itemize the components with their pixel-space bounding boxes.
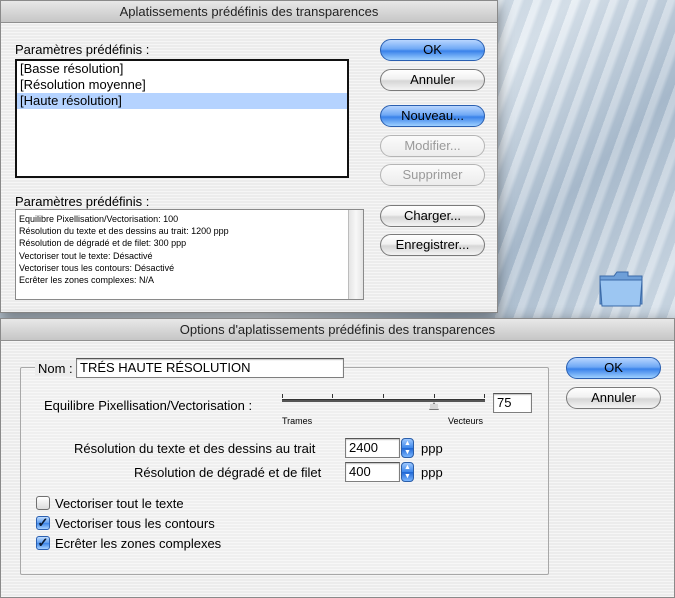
text-res-stepper[interactable]: ▲ ▼ [401, 438, 414, 458]
options-ok-button[interactable]: OK [566, 357, 661, 379]
preset-item[interactable]: [Résolution moyenne] [17, 77, 347, 93]
slider-tick [332, 394, 333, 398]
preset-options-title: Options d'aplatissements prédéfinis des … [1, 319, 674, 341]
delete-preset-button[interactable]: Supprimer [380, 164, 485, 186]
load-button[interactable]: Charger... [380, 205, 485, 227]
slider-tick [282, 394, 283, 398]
options-cancel-button[interactable]: Annuler [566, 387, 661, 409]
text-res-unit: ppp [421, 441, 443, 456]
preset-options-dialog: Options d'aplatissements prédéfinis des … [0, 318, 675, 598]
presets-dialog: Aplatissements prédéfinis des transparen… [0, 0, 498, 313]
presets-list[interactable]: [Basse résolution] [Résolution moyenne] … [15, 59, 349, 178]
preset-item-selected[interactable]: [Haute résolution] [17, 93, 347, 109]
preset-item[interactable]: [Basse résolution] [17, 61, 347, 77]
gradient-res-input[interactable]: 400 [345, 462, 400, 482]
slider-thumb[interactable] [429, 402, 440, 410]
slider-track [282, 399, 485, 402]
details-line: Equilibre Pixellisation/Vectorisation: 1… [19, 214, 179, 224]
cancel-button[interactable]: Annuler [380, 69, 485, 91]
slider-tick [383, 394, 384, 398]
slider-max-label: Vecteurs [448, 416, 484, 426]
save-button[interactable]: Enregistrer... [380, 234, 485, 256]
balance-label: Equilibre Pixellisation/Vectorisation : [44, 398, 253, 413]
clip-complex-regions-label[interactable]: Ecrêter les zones complexes [55, 536, 221, 551]
vectorize-text-checkbox[interactable] [36, 496, 50, 510]
gradient-res-unit: ppp [421, 465, 443, 480]
ok-button[interactable]: OK [380, 39, 485, 61]
name-label: Nom : [35, 361, 76, 376]
details-label: Paramètres prédéfinis : [15, 194, 150, 209]
details-line: Vectoriser tout le texte: Désactivé [19, 250, 153, 261]
presets-label: Paramètres prédéfinis : [15, 42, 150, 57]
vectorize-strokes-label[interactable]: Vectoriser tous les contours [55, 516, 215, 531]
gradient-res-stepper[interactable]: ▲ ▼ [401, 462, 414, 482]
folder-icon[interactable] [598, 268, 644, 308]
vectorize-text-label[interactable]: Vectoriser tout le texte [55, 496, 184, 511]
details-line: Résolution de dégradé et de filet: 300 p… [19, 238, 187, 249]
text-res-input[interactable]: 2400 [345, 438, 400, 458]
slider-tick [434, 394, 435, 398]
details-line: Ecrêter les zones complexes: N/A [19, 275, 155, 286]
desktop-background [495, 0, 675, 320]
presets-dialog-title: Aplatissements prédéfinis des transparen… [1, 1, 497, 23]
preset-details-box: Equilibre Pixellisation/Vectorisation: 1… [15, 209, 364, 300]
modify-preset-button[interactable]: Modifier... [380, 135, 485, 157]
new-preset-button[interactable]: Nouveau... [380, 105, 485, 127]
details-line: Résolution du texte et des dessins au tr… [19, 226, 229, 237]
slider-min-label: Trames [282, 416, 313, 426]
text-res-label: Résolution du texte et des dessins au tr… [74, 441, 316, 456]
clip-complex-regions-checkbox[interactable]: ✓ [36, 536, 50, 550]
slider-tick [484, 394, 485, 398]
details-line: Vectoriser tous les contours: Désactivé [19, 262, 175, 273]
balance-value-input[interactable]: 75 [493, 393, 532, 413]
vectorize-strokes-checkbox[interactable]: ✓ [36, 516, 50, 530]
details-scrollbar[interactable] [348, 210, 363, 299]
name-input[interactable]: TRÉS HAUTE RÉSOLUTION [76, 358, 344, 378]
gradient-res-label: Résolution de dégradé et de filet [134, 465, 322, 480]
